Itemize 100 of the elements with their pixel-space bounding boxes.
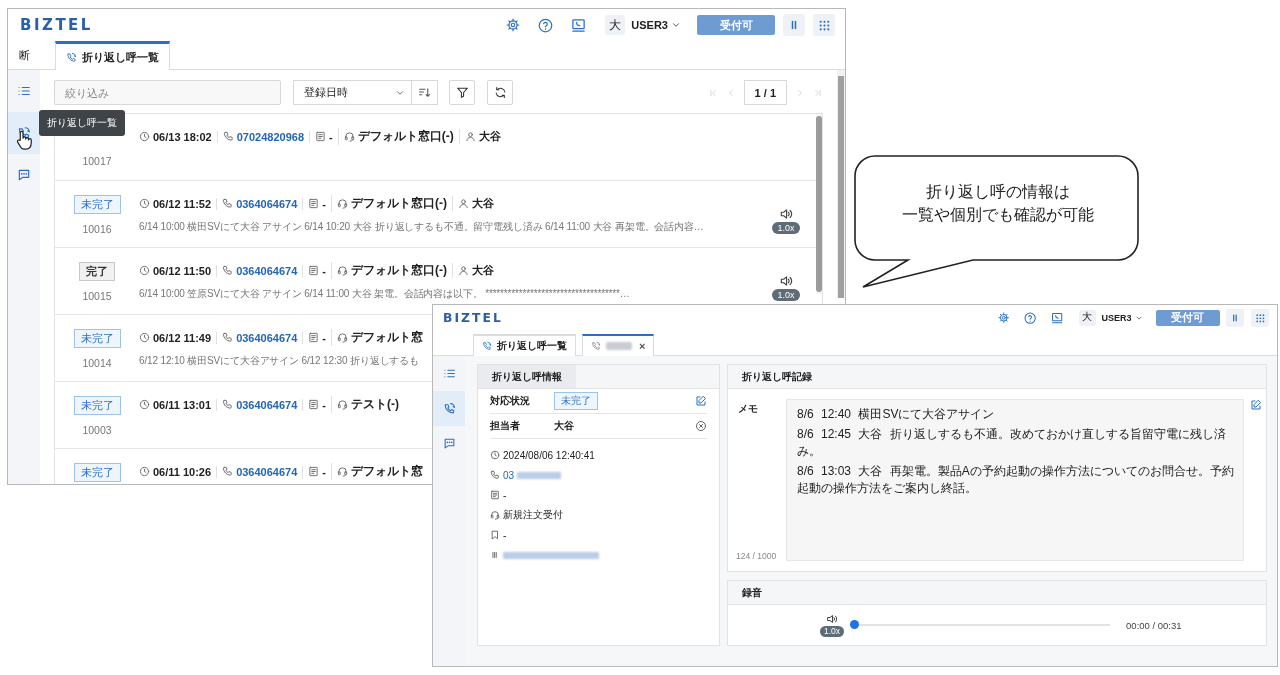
logo: BIZTEL (20, 16, 93, 34)
refresh-button[interactable] (487, 80, 513, 105)
grid-icon (817, 18, 831, 32)
list-icon (17, 84, 31, 98)
pause-button[interactable] (1226, 309, 1245, 327)
chat-icon (17, 168, 31, 182)
memo-line: 8/6 12:45 大谷 折り返しするも不通。改めておかけ直しする旨留守電に残し済み。 (797, 426, 1227, 460)
memo-preview: 6/14 10:00 笠原SVにて大谷 アサイン 6/14 11:00 大谷 架電。会話内容は以下。 ************************************… (139, 287, 630, 301)
list-icon (442, 367, 456, 380)
speaker-icon[interactable] (779, 207, 793, 221)
speed-badge[interactable]: 1.0x (772, 222, 800, 234)
memo-line: 8/6 13:03 大谷 再架電。製品Aの予約起動の操作方法についてのお問合せ。予約起動の操作方法をご案内し終話。 (797, 463, 1235, 497)
headset-icon (337, 466, 348, 477)
category-value: - (322, 197, 326, 210)
panel-title: 折り返し呼記録 (741, 369, 813, 384)
status-badge: 未完了 (554, 392, 598, 410)
edit-icon[interactable] (695, 395, 707, 407)
apps-button[interactable] (813, 14, 835, 36)
headset-icon (337, 198, 348, 209)
user-menu[interactable]: USER3 (631, 19, 681, 31)
character-counter: 124 / 1000 (736, 551, 778, 561)
filter-button[interactable] (449, 80, 475, 105)
call-time: 06/11 10:26 (153, 465, 212, 478)
user-avatar: 大 (605, 15, 626, 35)
phone-callback-icon (482, 341, 492, 351)
help-icon[interactable] (538, 17, 554, 33)
settings-icon[interactable] (998, 312, 1010, 324)
close-icon[interactable]: × (639, 340, 646, 352)
status-badge: 未完了 (73, 329, 121, 348)
queue-name: デフォルト窓口(-) (351, 262, 447, 279)
phone-number[interactable]: 03 (503, 469, 515, 481)
edit-icon[interactable] (1250, 399, 1262, 411)
settings-icon[interactable] (506, 18, 521, 32)
document-icon (315, 131, 326, 142)
speaker-icon[interactable] (779, 274, 793, 288)
sort-button[interactable] (412, 80, 438, 105)
headset-icon (337, 265, 348, 276)
clock-icon (139, 131, 150, 142)
id-icon (490, 550, 500, 560)
document-icon (308, 466, 320, 477)
field-label: 担当者 (490, 419, 521, 433)
record-id: 10017 (82, 155, 112, 167)
speed-badge[interactable]: 1.0x (772, 289, 800, 301)
pause-button[interactable] (783, 14, 805, 36)
detail-value: - (503, 489, 507, 501)
agent-name: 大谷 (472, 263, 494, 278)
phone-icon (222, 466, 234, 477)
panel-title: 折り返し呼情報 (478, 365, 576, 388)
agent-name: 大谷 (472, 196, 494, 211)
callout-text: 一覧や個別でも確認が可能 (902, 205, 1094, 225)
filter-icon (455, 86, 469, 99)
call-time: 06/13 18:02 (153, 130, 212, 143)
phone-icon (222, 332, 234, 343)
panel-title: 録音 (741, 585, 763, 600)
clock-icon (139, 466, 150, 477)
scrollbar[interactable] (816, 114, 822, 294)
chat-icon (442, 437, 456, 450)
callout-text: 折り返し呼の情報は (926, 182, 1070, 202)
disconnect-label: 断 (18, 47, 31, 63)
speaker-icon[interactable] (826, 613, 839, 625)
phone-number[interactable]: 07024820968 (236, 130, 304, 143)
document-icon (308, 198, 320, 209)
help-icon[interactable] (1024, 311, 1037, 325)
scrollbar[interactable] (837, 70, 845, 298)
phone-callback-icon (591, 341, 601, 351)
phone-icon (222, 198, 234, 209)
queue-name: デフォルト窓 (351, 463, 423, 480)
phone-icon (222, 265, 234, 276)
category-value: - (322, 331, 326, 344)
clock-icon (490, 450, 500, 460)
phone-number[interactable]: 0364064674 (236, 465, 298, 478)
apps-button[interactable] (1250, 309, 1269, 327)
call-time: 06/12 11:52 (153, 197, 212, 210)
tab[interactable]: 折り返し呼一覧 (55, 41, 170, 70)
seek-handle[interactable] (850, 620, 860, 629)
tab[interactable]: × (582, 334, 655, 356)
phone-number[interactable]: 0364064674 (236, 264, 298, 277)
category-value: - (329, 130, 333, 143)
blurred-text (606, 342, 632, 350)
filter-field[interactable]: 絞り込み (54, 80, 281, 105)
tooltip: 折り返し呼一覧 (39, 110, 125, 136)
field-label: メモ (738, 402, 759, 416)
chevron-down-icon (671, 20, 681, 30)
clock-icon (139, 399, 150, 410)
tab[interactable]: 折り返し呼一覧 (473, 334, 576, 356)
bookmark-icon (490, 530, 500, 540)
speed-badge[interactable]: 1.0x (820, 626, 845, 637)
clear-icon[interactable] (695, 420, 707, 432)
queue-name: デフォルト窓口(-) (357, 128, 454, 145)
phone-number[interactable]: 0364064674 (236, 331, 298, 344)
user-menu[interactable]: USER3 (1101, 313, 1143, 323)
sort-select[interactable]: 登録日時 (293, 80, 412, 105)
person-icon (458, 198, 469, 209)
phone-number[interactable]: 0364064674 (236, 398, 298, 411)
monitor-icon[interactable] (571, 17, 587, 33)
phone-number[interactable]: 0364064674 (236, 197, 298, 210)
document-icon (308, 265, 320, 276)
clock-icon (139, 198, 150, 209)
monitor-icon[interactable] (1051, 311, 1064, 325)
detail-value: - (503, 529, 507, 541)
